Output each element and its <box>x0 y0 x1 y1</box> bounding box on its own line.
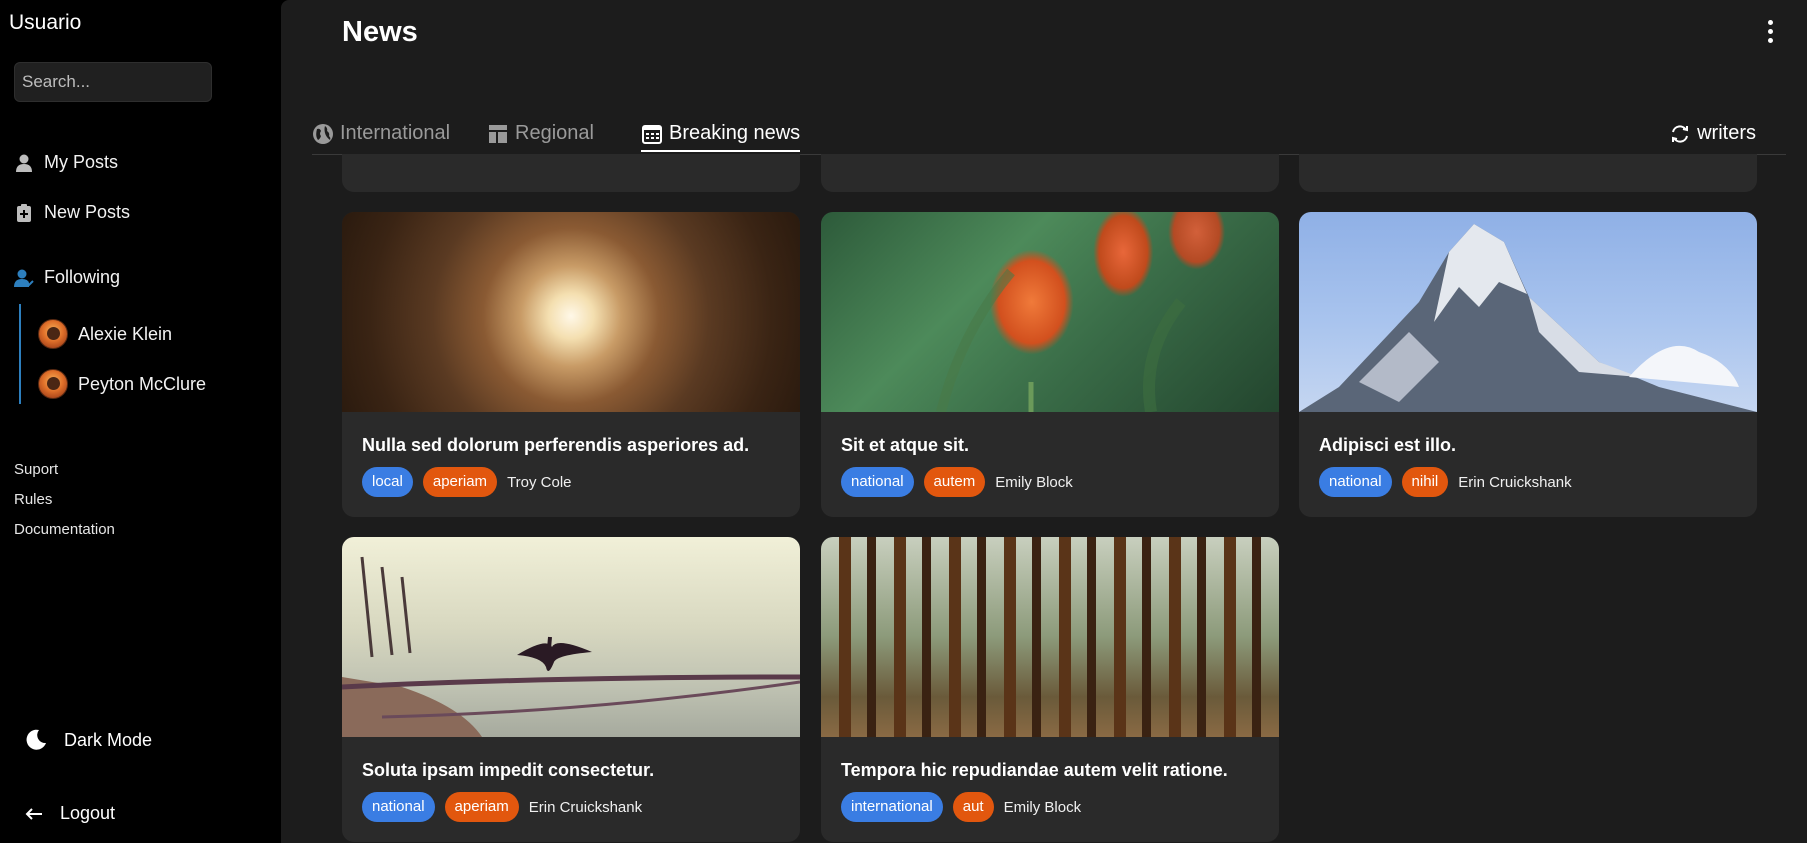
calendar-icon <box>642 124 662 144</box>
following-user[interactable]: Peyton McClure <box>38 369 206 399</box>
tag-badge[interactable]: local <box>362 467 413 497</box>
following-user-name: Alexie Klein <box>78 323 173 344</box>
tab-breaking-news-label: Breaking news <box>669 122 801 144</box>
card-image-mountain <box>1299 212 1757 412</box>
writers-button[interactable]: writers <box>1669 118 1756 149</box>
card-meta: national nihil Erin Cruickshank <box>1319 467 1572 497</box>
tab-bar: International Regional Breaking news wri… <box>312 118 1786 155</box>
tag-badge[interactable]: aut <box>952 792 994 822</box>
card-author: Troy Cole <box>507 473 572 491</box>
card-meta: international aut Emily Block <box>841 792 1081 822</box>
card-title: Sit et atque sit. <box>841 435 970 455</box>
tab-regional-label: Regional <box>515 122 594 144</box>
logout-button[interactable]: Logout <box>24 803 115 824</box>
tag-badge[interactable]: national <box>362 792 435 822</box>
tulip-stems <box>936 268 1186 414</box>
tab-regional[interactable]: Regional <box>487 118 594 149</box>
card-meta: national autem Emily Block <box>841 467 1073 497</box>
page-title: News <box>342 16 418 48</box>
nav-my-posts-label: My Posts <box>44 152 119 172</box>
avatar <box>38 319 68 349</box>
card-author: Emily Block <box>1003 798 1082 816</box>
nav-new-posts-label: New Posts <box>44 202 131 222</box>
mountain-shape <box>1299 224 1757 412</box>
tab-international-label: International <box>340 122 451 144</box>
clipboard-plus-icon <box>17 203 31 222</box>
nav-following[interactable]: Following <box>14 267 120 288</box>
card-image-forest <box>821 537 1279 737</box>
news-card[interactable]: Adipisci est illo. national nihil Erin C… <box>1299 212 1757 517</box>
user-name: Usuario <box>9 11 82 34</box>
card-meta: local aperiam Troy Cole <box>362 467 572 497</box>
search-input[interactable] <box>14 62 212 102</box>
user-icon <box>16 154 32 172</box>
card-image-tulip <box>821 212 1279 414</box>
globe-icon <box>313 123 333 144</box>
card-author: Erin Cruickshank <box>528 798 643 816</box>
news-card[interactable]: Soluta ipsam impedit consectetur. nation… <box>342 537 800 842</box>
card-title: Adipisci est illo. <box>1319 435 1457 455</box>
card-image-tunnel <box>342 212 800 412</box>
following-user[interactable]: Alexie Klein <box>38 319 172 349</box>
card-author: Emily Block <box>995 473 1073 491</box>
card-image-cormorant <box>342 537 800 737</box>
user-check-icon <box>14 269 34 287</box>
card-meta: national aperiam Erin Cruickshank <box>362 792 642 822</box>
tag-badge[interactable]: national <box>841 467 914 497</box>
nav-my-posts[interactable]: My Posts <box>14 152 118 173</box>
card-partial[interactable] <box>342 154 800 192</box>
tag-badge[interactable]: aperiam <box>444 792 519 822</box>
news-card[interactable]: Tempora hic repudiandae autem velit rati… <box>821 537 1279 842</box>
news-card[interactable]: Nulla sed dolorum perferendis asperiores… <box>342 212 800 517</box>
logout-label: Logout <box>60 803 116 823</box>
tag-badge[interactable]: autem <box>923 467 986 497</box>
refresh-icon <box>1672 124 1689 143</box>
following-user-name: Peyton McClure <box>78 373 207 394</box>
tag-badge[interactable]: aperiam <box>422 467 498 497</box>
support-link[interactable]: Suport <box>14 461 58 478</box>
news-card[interactable]: Sit et atque sit. national autem Emily B… <box>821 212 1279 517</box>
moon-icon <box>26 729 46 750</box>
sidebar: Usuario My Posts New Posts Following Ale… <box>0 0 281 843</box>
dark-mode-label: Dark Mode <box>64 729 153 750</box>
card-title: Soluta ipsam impedit consectetur. <box>362 760 655 780</box>
card-author: Erin Cruickshank <box>1458 473 1572 491</box>
cormorant-scene <box>342 556 800 737</box>
card-title: Tempora hic repudiandae autem velit rati… <box>841 760 1228 780</box>
tab-international[interactable]: International <box>312 118 450 149</box>
card-title: Nulla sed dolorum perferendis asperiores… <box>362 435 750 455</box>
layout-icon <box>489 124 507 143</box>
nav-new-posts[interactable]: New Posts <box>14 202 130 223</box>
main-content: News International Regional Breaking new… <box>281 0 1807 843</box>
writers-label: writers <box>1697 122 1756 144</box>
documentation-link[interactable]: Documentation <box>14 521 115 538</box>
card-partial[interactable] <box>821 154 1279 192</box>
tab-breaking-news[interactable]: Breaking news <box>641 118 801 152</box>
tag-badge[interactable]: national <box>1319 467 1392 497</box>
nav-following-label: Following <box>44 267 121 287</box>
tag-badge[interactable]: international <box>841 792 943 822</box>
arrow-left-icon <box>25 807 42 820</box>
more-options-icon[interactable] <box>1764 20 1776 50</box>
following-divider <box>19 304 21 404</box>
dark-mode-toggle[interactable]: Dark Mode <box>24 728 152 752</box>
rules-link[interactable]: Rules <box>14 491 52 508</box>
avatar <box>38 369 68 399</box>
tag-badge[interactable]: nihil <box>1401 467 1449 497</box>
card-partial[interactable] <box>1299 154 1757 192</box>
